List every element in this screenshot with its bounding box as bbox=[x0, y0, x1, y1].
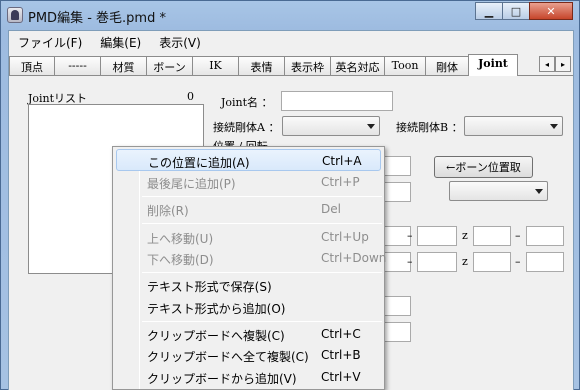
joint-name-input[interactable] bbox=[281, 91, 393, 111]
z-label: z bbox=[462, 229, 468, 242]
spring-pos-input[interactable] bbox=[381, 296, 411, 316]
chevron-down-icon bbox=[535, 189, 543, 194]
close-button[interactable]: ✕ bbox=[529, 2, 573, 20]
menu-item-shortcut: Ctrl+V bbox=[321, 370, 361, 384]
menu-item-shortcut: Ctrl+A bbox=[322, 154, 362, 168]
minimize-button[interactable]: ▁ bbox=[475, 2, 503, 20]
tab-vertex[interactable]: 頂点 bbox=[9, 56, 55, 75]
menu-item-delete[interactable]: 削除(R) Del bbox=[116, 198, 381, 220]
menu-item-label: この位置に追加(A) bbox=[148, 156, 250, 170]
tab-english-names[interactable]: 英名対応 bbox=[330, 56, 385, 75]
rot-limit-min-z-input[interactable] bbox=[473, 252, 511, 272]
bone-position-button[interactable]: ←ボーン位置取 bbox=[434, 156, 533, 178]
menu-item-add-from-text[interactable]: テキスト形式から追加(O) bbox=[116, 296, 381, 318]
menu-item-move-down[interactable]: 下へ移動(D) Ctrl+Down bbox=[116, 247, 386, 269]
menu-item-label: テキスト形式から追加(O) bbox=[147, 302, 286, 316]
rigid-body-b-label: 接続剛体B ： bbox=[396, 121, 463, 134]
range-dash: – bbox=[515, 229, 521, 242]
menu-item-add-here[interactable]: この位置に追加(A) Ctrl+A bbox=[116, 149, 381, 171]
menu-item-label: 上へ移動(U) bbox=[147, 232, 214, 246]
joint-name-label: Joint名 ： bbox=[221, 96, 273, 109]
app-icon[interactable] bbox=[7, 7, 23, 23]
tab-dashes[interactable]: ----- bbox=[54, 56, 101, 75]
context-menu: この位置に追加(A) Ctrl+A 最後尾に追加(P) Ctrl+P 削除(R)… bbox=[112, 146, 386, 390]
tab-display-frame[interactable]: 表示枠 bbox=[284, 56, 331, 75]
menu-item-shortcut: Del bbox=[321, 202, 341, 216]
chevron-down-icon bbox=[367, 124, 375, 129]
menu-item-shortcut: Ctrl+B bbox=[321, 348, 361, 362]
menu-item-move-up[interactable]: 上へ移動(U) Ctrl+Up bbox=[116, 226, 381, 248]
menu-edit[interactable]: 編集(E) bbox=[91, 31, 150, 53]
range-dash: – bbox=[515, 255, 521, 268]
menu-item-label: 最後尾に追加(P) bbox=[147, 177, 236, 191]
tab-morph[interactable]: 表情 bbox=[238, 56, 285, 75]
menu-item-save-text[interactable]: テキスト形式で保存(S) bbox=[116, 274, 381, 296]
tab-rigid-body[interactable]: 剛体 bbox=[425, 56, 469, 75]
tab-scroll-left-icon[interactable]: ◂ bbox=[539, 56, 555, 72]
menu-item-label: クリップボードへ複製(C) bbox=[147, 329, 285, 343]
z-label: z bbox=[462, 255, 468, 268]
tab-joint[interactable]: Joint bbox=[468, 54, 518, 76]
menu-item-copy-clipboard[interactable]: クリップボードへ複製(C) Ctrl+C bbox=[116, 323, 381, 345]
menu-separator bbox=[142, 272, 382, 273]
window-title: PMD編集 - 巻毛.pmd * bbox=[28, 11, 166, 26]
tab-scroll-right-icon[interactable]: ▸ bbox=[555, 56, 571, 72]
title-bar[interactable]: PMD編集 - 巻毛.pmd * ▁ □ ✕ bbox=[1, 1, 579, 29]
rigid-body-a-label: 接続剛体A ： bbox=[213, 121, 280, 134]
menu-item-shortcut: Ctrl+Up bbox=[321, 230, 369, 244]
menu-item-label: クリップボードから追加(V) bbox=[147, 372, 297, 386]
joint-list-count: 0 bbox=[187, 90, 194, 103]
menu-item-label: テキスト形式で保存(S) bbox=[147, 280, 272, 294]
menu-item-add-last[interactable]: 最後尾に追加(P) Ctrl+P bbox=[116, 171, 381, 193]
menu-item-shortcut: Ctrl+P bbox=[321, 175, 360, 189]
menu-item-label: 下へ移動(D) bbox=[147, 253, 214, 267]
tab-toon[interactable]: Toon bbox=[384, 56, 426, 75]
caption-buttons: ▁ □ ✕ bbox=[475, 2, 573, 20]
limit-max-x-input[interactable] bbox=[417, 226, 457, 246]
menu-separator bbox=[142, 223, 382, 224]
maximize-button[interactable]: □ bbox=[502, 2, 530, 20]
tab-strip: 頂点 ----- 材質 ボーン IK 表情 表示枠 英名対応 Toon 剛体 J… bbox=[9, 54, 573, 76]
limit-max-z-input[interactable] bbox=[526, 226, 564, 246]
tab-scroll-buttons: ◂ ▸ bbox=[539, 56, 571, 72]
menu-separator bbox=[142, 321, 382, 322]
rot-limit-max-x-input[interactable] bbox=[417, 252, 457, 272]
tab-ik[interactable]: IK bbox=[192, 56, 239, 75]
tab-material[interactable]: 材質 bbox=[100, 56, 147, 75]
rot-limit-max-z-input[interactable] bbox=[526, 252, 564, 272]
rigid-body-a-select[interactable] bbox=[282, 116, 380, 136]
menu-separator bbox=[142, 196, 382, 197]
menu-file[interactable]: ファイル(F) bbox=[9, 31, 91, 53]
menu-item-shortcut: Ctrl+Down bbox=[321, 251, 387, 265]
range-dash: – bbox=[407, 255, 413, 268]
bone-select[interactable] bbox=[449, 181, 548, 201]
rigid-body-b-select[interactable] bbox=[464, 116, 563, 136]
chevron-down-icon bbox=[550, 124, 558, 129]
limit-min-z-input[interactable] bbox=[473, 226, 511, 246]
menu-item-shortcut: Ctrl+C bbox=[321, 327, 361, 341]
menu-view[interactable]: 表示(V) bbox=[150, 31, 210, 53]
tab-bone[interactable]: ボーン bbox=[146, 56, 193, 75]
menu-item-label: クリップボードへ全て複製(C) bbox=[147, 350, 309, 364]
spring-rot-input[interactable] bbox=[381, 322, 411, 342]
range-dash: – bbox=[407, 229, 413, 242]
menu-bar: ファイル(F) 編集(E) 表示(V) bbox=[9, 31, 573, 53]
menu-item-copy-all-clipboard[interactable]: クリップボードへ全て複製(C) Ctrl+B bbox=[116, 344, 381, 366]
menu-item-label: 削除(R) bbox=[147, 204, 189, 218]
menu-item-paste-clipboard[interactable]: クリップボードから追加(V) Ctrl+V bbox=[116, 366, 381, 388]
